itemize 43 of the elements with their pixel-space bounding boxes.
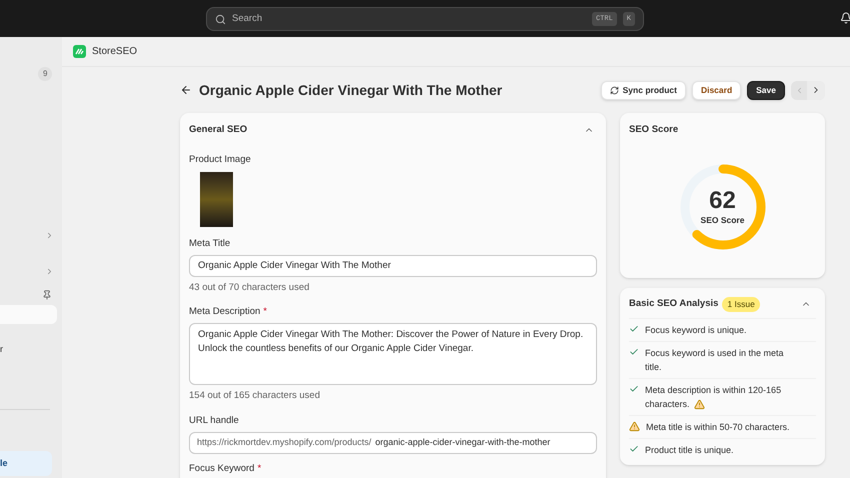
app-name: StoreSEO (92, 45, 138, 59)
card-title: SEO Score (629, 123, 680, 137)
score-value: 62 (709, 188, 736, 214)
field-label: Focus Keyword (189, 462, 254, 476)
back-arrow-icon[interactable] (180, 84, 192, 96)
meta-title-field[interactable]: Organic Apple Cider Vinegar With The Mother (189, 254, 597, 277)
character-counter: 43 out of 70 characters used (189, 280, 310, 295)
analysis-text: Product title is unique. (645, 444, 735, 457)
analysis-text: Meta description is within 120-165 characters. (645, 384, 782, 411)
page-title: Organic Apple Cider Vinegar With The Mother (199, 80, 504, 100)
url-value: organic-apple-cider-vinegar-with-the-mother (375, 436, 550, 449)
sync-icon (610, 86, 619, 94)
sidebar-item[interactable]: r (0, 342, 52, 358)
meta-description-field[interactable]: Organic Apple Cider Vinegar With The Mother: Discover the Power of Nature in Every Drop. Unlock the countless benefits of our Organic Apple Cider Vinegar. (189, 323, 597, 386)
analysis-text: Focus keyword is used in the meta title. (645, 346, 785, 374)
pin-icon[interactable] (42, 290, 52, 300)
field-label: Meta Description (189, 305, 260, 319)
required-mark: * (263, 305, 267, 319)
count-badge: 9 (38, 67, 52, 81)
chevron-right-icon[interactable] (45, 267, 54, 276)
search-placeholder: Search (232, 12, 264, 26)
issue-badge: 1 Issue (722, 297, 760, 312)
required-mark: * (257, 462, 262, 476)
app-logo-icon (73, 45, 86, 58)
photo-placeholder (200, 172, 233, 226)
score-caption: SEO Score (700, 214, 744, 227)
url-handle-field[interactable]: https://rickmortdev.myshopify.com/products/ organic-apple-cider-vinegar-with-the-mother (189, 432, 597, 454)
analysis-text: Meta title is within 50-70 characters. (646, 420, 791, 434)
character-counter: 154 out of 165 characters used (189, 389, 321, 404)
save-button[interactable]: Save (747, 80, 785, 100)
analysis-text: Focus keyword is unique. (645, 324, 748, 337)
notification-icon[interactable] (840, 12, 850, 24)
field-label: Product Image (189, 153, 251, 168)
search-icon (215, 14, 226, 24)
card-title: Basic SEO Analysis (629, 297, 718, 312)
url-prefix: https://rickmortdev.myshopify.com/products/ (197, 436, 372, 449)
chevron-right-icon[interactable] (45, 231, 54, 240)
card-title: General SEO (189, 123, 248, 137)
field-label: Meta Title (189, 236, 230, 250)
field-label: URL handle (189, 414, 239, 428)
discard-button[interactable]: Discard (692, 80, 742, 100)
sidebar-item[interactable]: le (0, 451, 52, 476)
sync-product-button[interactable]: Sync product (600, 80, 686, 100)
